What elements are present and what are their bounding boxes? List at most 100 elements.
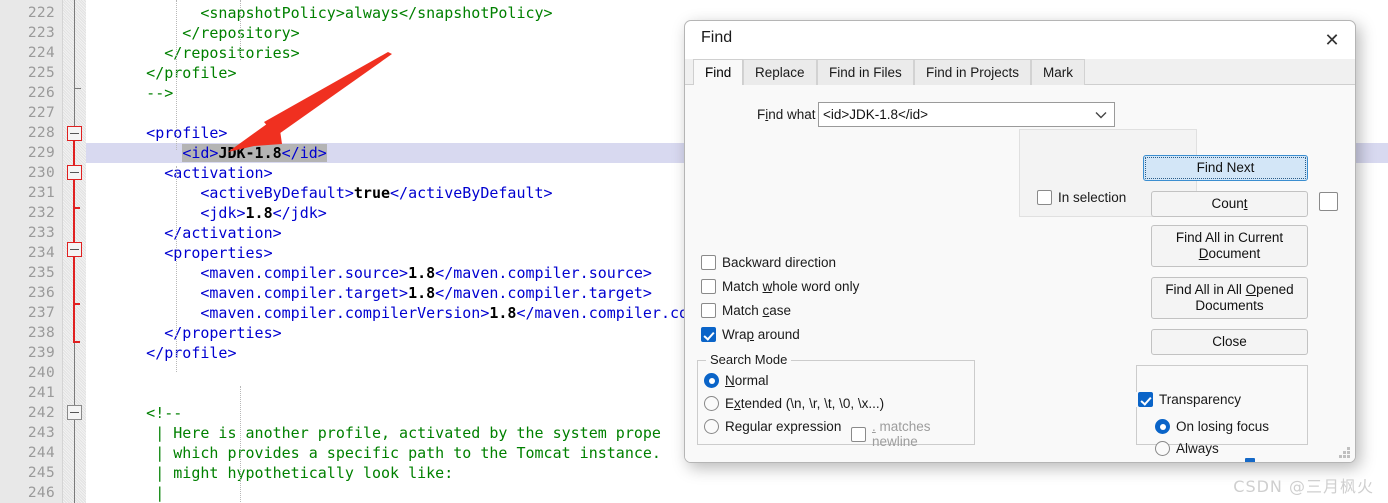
checkbox-label: Match whole word only: [722, 279, 860, 294]
code-token: </maven.compiler.target>: [435, 284, 652, 302]
find-next-button[interactable]: Find Next: [1143, 155, 1308, 181]
radio-dot: [1155, 441, 1170, 456]
code-token: 1.8: [408, 264, 436, 282]
line-number: 242: [27, 405, 55, 421]
fold-line-red[interactable]: [73, 141, 75, 165]
fold-box-228[interactable]: [67, 126, 82, 141]
radio-extended[interactable]: Extended (\n, \r, \t, \0, \x...): [704, 396, 884, 411]
checkbox-backward-direction[interactable]: Backward direction: [701, 255, 836, 270]
transparency-checkbox[interactable]: Transparency: [1134, 392, 1246, 407]
dialog-body: Find Replace Find in Files Find in Projects…: [685, 59, 1355, 462]
resize-grip-icon[interactable]: [1337, 445, 1350, 458]
radio-on-losing-focus[interactable]: On losing focus: [1155, 419, 1269, 434]
close-icon[interactable]: ✕: [1309, 21, 1355, 59]
radio-label: Normal: [725, 373, 769, 388]
dot-matches-newline-checkbox[interactable]: . matches newline: [851, 419, 974, 449]
line-number: 225: [27, 65, 55, 81]
code-token: </profile>: [92, 344, 237, 362]
fold-line-red[interactable]: [73, 180, 75, 242]
tab-find-in-files[interactable]: Find in Files: [817, 59, 914, 85]
code-token: 1.8: [408, 284, 436, 302]
checkbox-wrap-around[interactable]: Wrap around: [701, 327, 800, 342]
code-token: <jdk>: [92, 204, 246, 222]
fold-box-230[interactable]: [67, 165, 82, 180]
find-panel: Find what : <id>JDK-1.8</id> In selectio…: [685, 85, 1355, 462]
code-token: </maven.compiler.source>: [435, 264, 652, 282]
fold-line[interactable]: [74, 88, 75, 126]
transparency-slider-thumb[interactable]: [1245, 458, 1256, 462]
find-all-in-all-opened-documents-button[interactable]: Find All in All Opened Documents: [1151, 277, 1308, 319]
line-number: 232: [27, 205, 55, 221]
checkbox-match-case[interactable]: Match case: [701, 303, 791, 318]
tab-find-in-projects[interactable]: Find in Projects: [914, 59, 1032, 85]
checkbox-box: [701, 279, 716, 294]
indent-guide: [176, 166, 177, 372]
code-token: | might hypothetically look like:: [92, 464, 454, 482]
code-token: <activation>: [92, 164, 273, 182]
line-number: 239: [27, 345, 55, 361]
tab-replace[interactable]: Replace: [743, 59, 817, 85]
line-number: 231: [27, 185, 55, 201]
radio-label: Extended (\n, \r, \t, \0, \x...): [725, 396, 885, 411]
code-token: <activeByDefault>: [92, 184, 354, 202]
find-dialog[interactable]: Find ✕ Find Replace Find in Files Find in P…: [684, 20, 1356, 463]
tab-find[interactable]: Find: [693, 59, 744, 86]
line-number: 236: [27, 285, 55, 301]
radio-normal[interactable]: Normal: [704, 373, 769, 388]
tab-mark[interactable]: Mark: [1031, 59, 1085, 85]
line-number: 222: [27, 5, 55, 21]
fold-line[interactable]: [74, 343, 75, 405]
find-what-combobox[interactable]: <id>JDK-1.8</id>: [818, 102, 1115, 127]
find-all-in-current-document-button[interactable]: Find All in Current Document: [1151, 225, 1308, 267]
find-what-input[interactable]: <id>JDK-1.8</id>: [819, 107, 1088, 122]
code-folding-column[interactable]: [62, 0, 86, 503]
code-token: 1.8: [245, 204, 273, 222]
code-token: </activation>: [92, 224, 282, 242]
indent-guide: [176, 0, 177, 150]
close-button[interactable]: Close: [1151, 329, 1308, 355]
line-number: 233: [27, 225, 55, 241]
indent-guide: [240, 0, 241, 60]
fold-tick[interactable]: [74, 88, 81, 89]
dialog-title: Find: [701, 29, 733, 46]
checkbox-box: [1138, 392, 1153, 407]
dialog-titlebar[interactable]: Find ✕: [685, 21, 1355, 59]
code-token: <!--: [92, 404, 183, 422]
checkbox-match-whole-word-only[interactable]: Match whole word only: [701, 279, 859, 294]
checkbox-box: [1037, 190, 1052, 205]
checkbox-label: Wrap around: [722, 327, 800, 342]
radio-dot: [704, 419, 719, 434]
code-token: <maven.compiler.compilerVersion>: [92, 304, 490, 322]
fold-box-242[interactable]: [67, 405, 82, 420]
csdn-watermark: CSDN @三月枫火: [1233, 477, 1374, 496]
radio-regular-expression[interactable]: Regular expression: [704, 419, 841, 434]
fold-box-234[interactable]: [67, 242, 82, 257]
fold-line[interactable]: [74, 0, 75, 88]
code-token: 1.8: [489, 304, 517, 322]
line-number: 224: [27, 45, 55, 61]
dialog-tabs[interactable]: Find Replace Find in Files Find in Projects…: [685, 59, 1355, 86]
fold-line-red[interactable]: [73, 257, 75, 343]
chevron-down-icon[interactable]: [1088, 103, 1114, 126]
fold-tick-red[interactable]: [73, 303, 80, 305]
code-token: </id>: [281, 144, 327, 162]
count-button[interactable]: Count: [1151, 191, 1308, 217]
code-line[interactable]: | might hypothetically look like:: [86, 463, 1388, 483]
in-selection-checkbox[interactable]: In selection: [1037, 190, 1126, 205]
code-token: </profile>: [92, 64, 237, 82]
radio-label: On losing focus: [1176, 419, 1270, 434]
line-number: 226: [27, 85, 55, 101]
line-number: 223: [27, 25, 55, 41]
code-token: -->: [92, 84, 174, 102]
code-line[interactable]: |: [86, 483, 1388, 503]
checkbox-box: [701, 303, 716, 318]
keep-open-checkbox[interactable]: [1319, 192, 1338, 211]
in-selection-label: In selection: [1058, 190, 1127, 205]
fold-tick-red[interactable]: [73, 207, 80, 209]
radio-always[interactable]: Always: [1155, 441, 1219, 456]
radio-dot: [704, 396, 719, 411]
radio-dot: [1155, 419, 1170, 434]
fold-line[interactable]: [74, 420, 75, 503]
line-number: 238: [27, 325, 55, 341]
